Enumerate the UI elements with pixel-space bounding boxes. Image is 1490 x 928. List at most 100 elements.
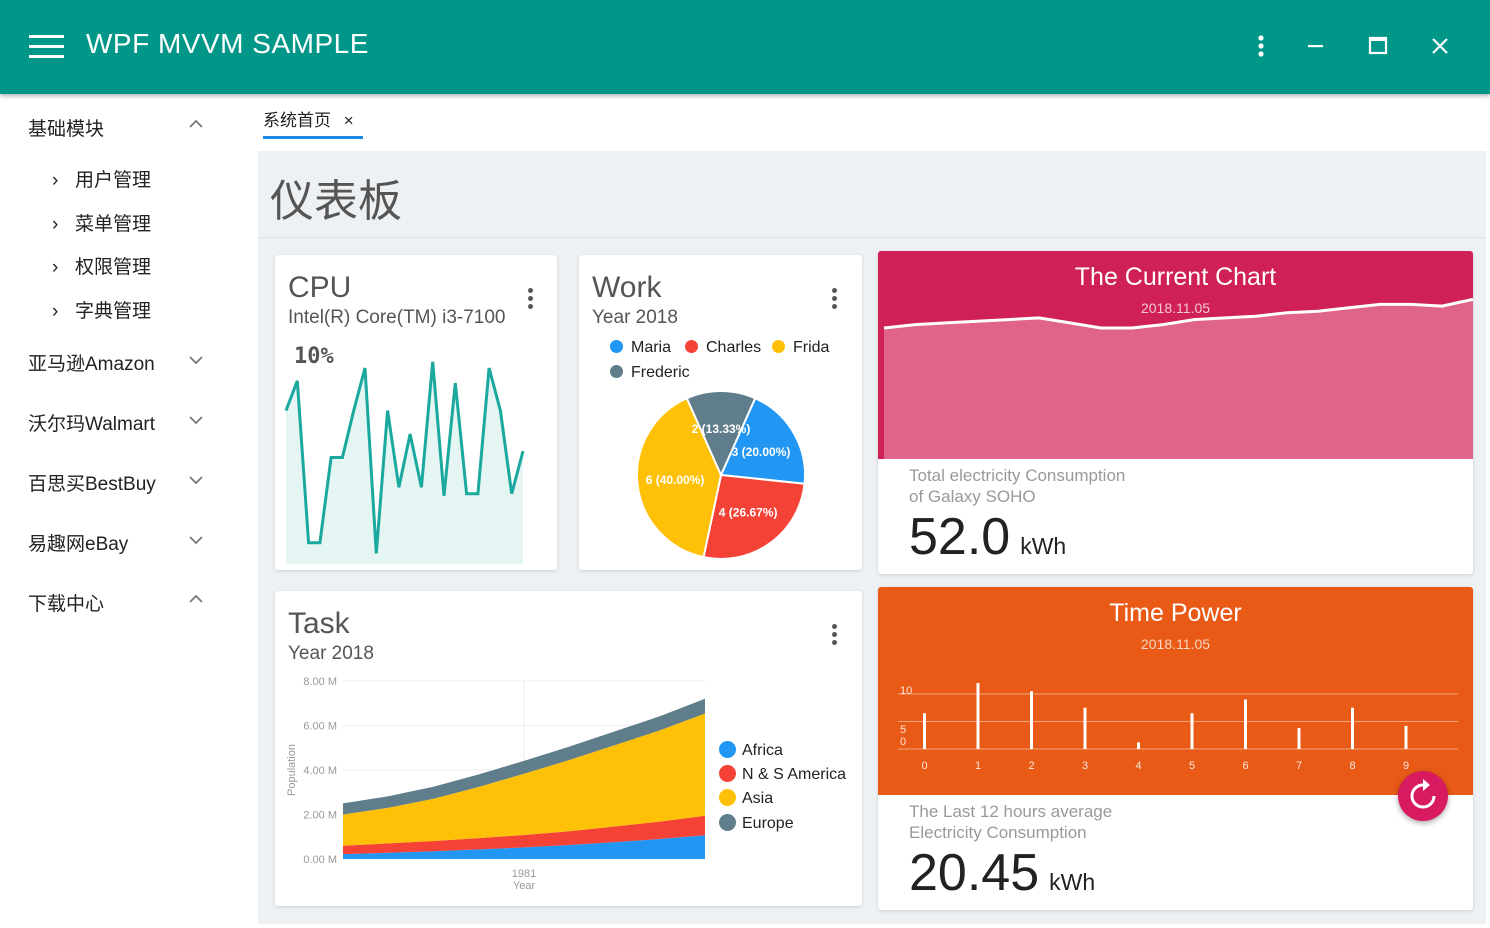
bar (1404, 725, 1408, 749)
legend-swatch (719, 741, 736, 758)
page-title: 仪表板 (270, 177, 402, 226)
bar (1030, 691, 1033, 749)
y-tick-label: 2.00 M (303, 810, 337, 822)
cpu-card: CPU Intel(R) Core(TM) i3-7100 10% (275, 255, 557, 570)
legend-swatch (719, 789, 736, 806)
hamburger-menu-icon[interactable] (29, 35, 64, 59)
legend-swatch (719, 814, 736, 831)
time-power-bar-chart: 10500 1 2 3 4 5 6 7 8 9 (898, 683, 1458, 772)
bar (1297, 728, 1301, 749)
y-tick-label: 10 (900, 685, 912, 697)
sidebar-group-ebay[interactable]: 易趣网eBay (28, 529, 128, 556)
chevron-right-icon: › (52, 214, 59, 235)
x-tick-label: 6 (1242, 760, 1248, 772)
minimize-icon[interactable] (1299, 30, 1333, 64)
content-area: 系统首页 × 仪表板 CPU Intel(R) Core(TM) i3-7100… (258, 94, 1490, 928)
current-value: 52.0 kWh (909, 508, 1067, 566)
bar (1083, 707, 1087, 749)
refresh-icon (1410, 779, 1436, 809)
x-tick-label: 8 (1349, 760, 1355, 772)
chevron-down-icon[interactable] (188, 472, 204, 488)
cpu-chart (284, 361, 525, 564)
y-tick-label: 5 (900, 724, 906, 736)
app-title: WPF MVVM SAMPLE (86, 28, 369, 59)
tab-home[interactable]: 系统首页 × (263, 106, 354, 131)
sidebar-group-basic[interactable]: 基础模块 (28, 114, 104, 141)
y-tick-label: 4.00 M (303, 765, 337, 777)
cpu-value-label: 10% (294, 344, 334, 369)
app-bar: WPF MVVM SAMPLE (0, 0, 1490, 94)
chevron-right-icon: › (52, 170, 59, 191)
y-tick-label: 6.00 M (303, 721, 337, 733)
x-tick-label: 0 (921, 760, 927, 772)
time-power-card: Time Power 2018.11.05 10 5 0 0 1 2 3 4 5 6 7 8 9 The… (878, 587, 1473, 910)
x-tick-label: 1981 (512, 868, 536, 880)
chevron-right-icon: › (52, 301, 59, 322)
y-tick-label: 0.00 M (303, 854, 337, 866)
refresh-button[interactable] (1398, 771, 1448, 821)
tab-close-icon[interactable]: × (344, 111, 354, 130)
legend-swatch (719, 765, 736, 782)
tab-active-indicator (263, 136, 363, 139)
sidebar-item-label: 用户管理 (75, 170, 152, 191)
chevron-up-icon[interactable] (188, 591, 204, 607)
y-tick-label: 0 (900, 736, 906, 748)
bar (923, 713, 926, 749)
x-tick-label: 5 (1189, 760, 1195, 772)
x-axis-label: Year (513, 880, 536, 892)
card-desc-line2: of Galaxy SOHO (909, 487, 1036, 506)
current-area-chart (883, 297, 1473, 459)
sidebar-group-bestbuy[interactable]: 百思买BestBuy (28, 469, 156, 496)
current-chart-card: The Current Chart 2018.11.05 Total elect… (878, 251, 1473, 574)
chevron-right-icon: › (52, 257, 59, 278)
bar (1351, 707, 1354, 749)
sidebar-item-dictionary[interactable]: › 字典管理 (52, 296, 151, 323)
pie-label: 3 (20.00%) (732, 445, 791, 459)
sidebar-group-amazon[interactable]: 亚马逊Amazon (28, 349, 155, 376)
pie-label: 2 (13.33%) (692, 422, 751, 436)
sidebar-item-label: 字典管理 (75, 301, 152, 322)
card-desc-line1: The Last 12 hours average (909, 802, 1113, 821)
x-tick-label: 1 (975, 760, 981, 772)
sidebar-item-menus[interactable]: › 菜单管理 (52, 209, 151, 236)
divider (258, 237, 1486, 238)
y-tick-label: 8.00 M (303, 676, 337, 688)
sidebar-item-users[interactable]: › 用户管理 (52, 165, 151, 192)
close-icon[interactable] (1423, 30, 1457, 64)
power-value: 20.45 kWh (909, 844, 1096, 902)
sidebar-item-permissions[interactable]: › 权限管理 (52, 252, 151, 279)
legend-europe: Europe (719, 814, 794, 833)
bar (1190, 713, 1194, 749)
dashboard: 仪表板 CPU Intel(R) Core(TM) i3-7100 10% Wo… (258, 151, 1486, 924)
more-vert-icon[interactable] (1244, 30, 1278, 64)
chevron-down-icon[interactable] (188, 532, 204, 548)
pie-label: 6 (40.00%) (646, 473, 705, 487)
sidebar-item-label: 权限管理 (75, 257, 152, 278)
x-tick-label: 4 (1135, 760, 1141, 772)
chevron-down-icon[interactable] (188, 352, 204, 368)
task-card: Task Year 2018 0.00 M 2.00 M 4.00 M 6.00 M8… (275, 591, 862, 906)
sidebar-group-downloads[interactable]: 下载中心 (28, 589, 104, 616)
bar (1244, 699, 1247, 749)
y-axis-label: Population (286, 744, 298, 796)
legend-ns-america: N & S America (719, 765, 846, 784)
sidebar-item-label: 菜单管理 (75, 214, 152, 235)
legend-africa: Africa (719, 741, 783, 760)
maximize-icon[interactable] (1361, 30, 1395, 64)
x-tick-label: 7 (1296, 760, 1302, 772)
tab-label: 系统首页 (263, 111, 331, 130)
bar (976, 683, 980, 749)
card-desc-line1: Total electricity Consumption (909, 466, 1126, 485)
x-tick-label: 3 (1082, 760, 1088, 772)
card-desc-line2: Electricity Consumption (909, 823, 1087, 842)
x-tick-label: 2 (1028, 760, 1034, 772)
work-pie-chart: 3 (20.00%) 4 (26.67%) 6 (40.00%) 2 (13.33%) (636, 390, 806, 560)
sidebar-group-walmart[interactable]: 沃尔玛Walmart (28, 409, 155, 436)
chevron-up-icon[interactable] (188, 116, 204, 132)
pie-label: 4 (26.67%) (719, 505, 778, 519)
legend-asia: Asia (719, 789, 773, 808)
work-card: Work Year 2018 Maria Charles Frida Frede… (579, 255, 862, 570)
chevron-down-icon[interactable] (188, 412, 204, 428)
sidebar: 基础模块 › 用户管理 › 菜单管理 › 权限管理 › 字典管理 亚马逊Amazon 沃… (0, 94, 258, 928)
bar (1137, 742, 1140, 749)
